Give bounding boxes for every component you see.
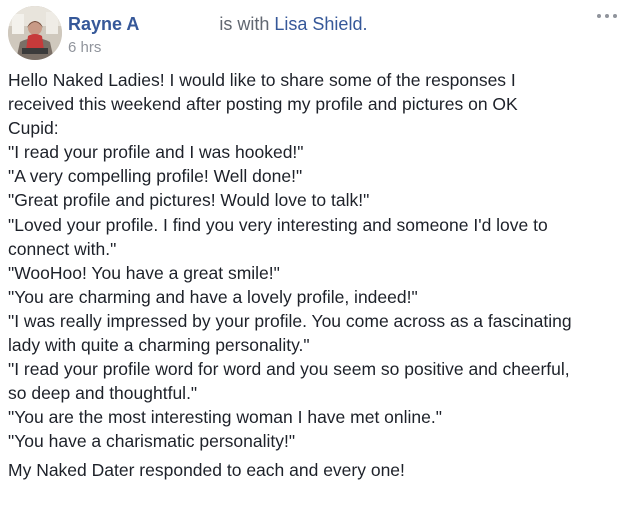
post-message: Hello Naked Ladies! I would like to shar… <box>8 68 624 454</box>
post-line: "I read your profile and I was hooked!" <box>8 142 304 163</box>
post-line: so deep and thoughtful." <box>8 383 198 404</box>
post-closing: My Naked Dater responded to each and eve… <box>8 458 624 482</box>
post-line: "I was really impressed by your profile.… <box>8 310 572 331</box>
post-title-line: Rayne A is with Lisa Shield. <box>68 14 367 35</box>
facebook-post: Rayne A is with Lisa Shield. 6 hrs Hello … <box>0 0 628 510</box>
post-line: "WooHoo! You have a great smile!" <box>8 262 280 283</box>
profile-photo-icon <box>8 6 62 60</box>
post-header: Rayne A is with Lisa Shield. 6 hrs <box>8 6 628 66</box>
post-line: lady with quite a charming personality." <box>8 335 310 356</box>
post-line: "You are the most interesting woman I ha… <box>8 407 442 428</box>
more-options-icon <box>597 14 601 18</box>
post-line: "A very compelling profile! Well done!" <box>8 166 303 187</box>
post-line: Cupid: <box>8 118 59 139</box>
post-line: "Great profile and pictures! Would love … <box>8 190 370 211</box>
with-label: is with <box>219 14 270 34</box>
post-line: "Loved your profile. I find you very int… <box>8 214 548 235</box>
post-line: "You have a charismatic personality!" <box>8 431 296 452</box>
post-body: Hello Naked Ladies! I would like to shar… <box>8 68 624 482</box>
tagged-friend-link[interactable]: Lisa Shield. <box>274 14 367 34</box>
author-name-link[interactable]: Rayne A <box>68 14 139 34</box>
post-line: connect with." <box>8 238 117 259</box>
post-line: received this weekend after posting my p… <box>8 94 518 115</box>
avatar[interactable] <box>8 6 62 60</box>
more-options-button[interactable] <box>594 8 620 24</box>
closing-line: My Naked Dater responded to each and eve… <box>8 459 405 480</box>
post-line: "I read your profile word for word and y… <box>8 359 570 380</box>
post-timestamp-link[interactable]: 6 hrs <box>68 39 101 56</box>
post-line: "You are charming and have a lovely prof… <box>8 286 418 307</box>
post-line: Hello Naked Ladies! I would like to shar… <box>8 70 516 90</box>
